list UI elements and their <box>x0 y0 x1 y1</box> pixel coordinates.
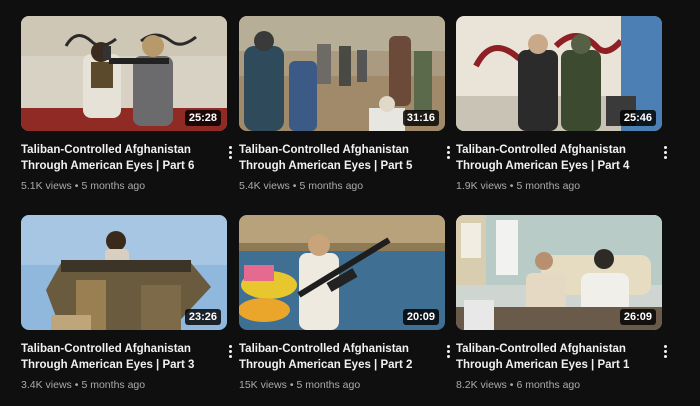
video-title-line-1: Taliban-Controlled Afghanistan <box>21 343 191 355</box>
video-title-line-1: Taliban-Controlled Afghanistan <box>21 144 191 156</box>
video-thumbnail[interactable]: 26:09 <box>456 215 662 330</box>
video-title[interactable]: Taliban-Controlled Afghanistan Through A… <box>21 341 211 373</box>
upload-age: 6 months ago <box>516 379 581 391</box>
view-count: 3.4K views <box>21 379 72 391</box>
video-title-line-1: Taliban-Controlled Afghanistan <box>239 343 409 355</box>
video-thumbnail[interactable]: 31:16 <box>239 16 445 131</box>
video-card-part-3[interactable]: 23:26 Taliban-Controlled Afghanistan Thr… <box>21 215 232 401</box>
video-title[interactable]: Taliban-Controlled Afghanistan Through A… <box>456 341 646 373</box>
video-duration: 26:09 <box>619 309 656 325</box>
video-stats: 1.9K views • 5 months ago <box>456 179 662 193</box>
video-title-line-2: Through American Eyes | Part 2 <box>239 359 413 371</box>
separator: • <box>289 379 294 391</box>
video-title-line-1: Taliban-Controlled Afghanistan <box>456 144 626 156</box>
video-duration: 25:28 <box>184 110 221 126</box>
video-duration: 25:46 <box>619 110 656 126</box>
video-stats: 5.4K views • 5 months ago <box>239 179 445 193</box>
more-vert-icon[interactable] <box>223 341 237 361</box>
more-vert-icon[interactable] <box>658 142 672 162</box>
video-duration: 31:16 <box>402 110 439 126</box>
video-duration: 23:26 <box>184 309 221 325</box>
video-card-part-4[interactable]: 25:46 Taliban-Controlled Afghanistan Thr… <box>456 16 667 202</box>
video-card-part-6[interactable]: 25:28 Taliban-Controlled Afghanistan Thr… <box>21 16 232 202</box>
video-title[interactable]: Taliban-Controlled Afghanistan Through A… <box>456 142 646 174</box>
video-thumbnail[interactable]: 25:28 <box>21 16 227 131</box>
view-count: 5.4K views <box>239 180 290 192</box>
video-stats: 15K views • 5 months ago <box>239 378 445 392</box>
video-title-line-2: Through American Eyes | Part 3 <box>21 359 195 371</box>
view-count: 15K views <box>239 379 287 391</box>
video-card-part-5[interactable]: 31:16 Taliban-Controlled Afghanistan Thr… <box>239 16 450 202</box>
video-grid: 25:28 Taliban-Controlled Afghanistan Thr… <box>0 0 700 406</box>
view-count: 5.1K views <box>21 180 72 192</box>
more-vert-icon[interactable] <box>658 341 672 361</box>
video-title-line-2: Through American Eyes | Part 1 <box>456 359 630 371</box>
video-stats: 8.2K views • 6 months ago <box>456 378 662 392</box>
video-thumbnail[interactable]: 23:26 <box>21 215 227 330</box>
video-title[interactable]: Taliban-Controlled Afghanistan Through A… <box>239 142 429 174</box>
video-title[interactable]: Taliban-Controlled Afghanistan Through A… <box>21 142 211 174</box>
upload-age: 5 months ago <box>81 379 146 391</box>
more-vert-icon[interactable] <box>223 142 237 162</box>
video-title-line-1: Taliban-Controlled Afghanistan <box>456 343 626 355</box>
video-title-line-2: Through American Eyes | Part 6 <box>21 160 195 172</box>
view-count: 1.9K views <box>456 180 507 192</box>
upload-age: 5 months ago <box>516 180 581 192</box>
video-title-line-2: Through American Eyes | Part 4 <box>456 160 630 172</box>
video-card-part-2[interactable]: 20:09 Taliban-Controlled Afghanistan Thr… <box>239 215 450 401</box>
view-count: 8.2K views <box>456 379 507 391</box>
video-stats: 3.4K views • 5 months ago <box>21 378 227 392</box>
video-card-part-1[interactable]: 26:09 Taliban-Controlled Afghanistan Thr… <box>456 215 667 401</box>
more-vert-icon[interactable] <box>441 142 455 162</box>
video-thumbnail[interactable]: 25:46 <box>456 16 662 131</box>
more-vert-icon[interactable] <box>441 341 455 361</box>
upload-age: 5 months ago <box>81 180 146 192</box>
upload-age: 5 months ago <box>296 379 361 391</box>
upload-age: 5 months ago <box>299 180 364 192</box>
video-title-line-1: Taliban-Controlled Afghanistan <box>239 144 409 156</box>
video-title[interactable]: Taliban-Controlled Afghanistan Through A… <box>239 341 429 373</box>
video-thumbnail[interactable]: 20:09 <box>239 215 445 330</box>
video-stats: 5.1K views • 5 months ago <box>21 179 227 193</box>
video-title-line-2: Through American Eyes | Part 5 <box>239 160 413 172</box>
video-duration: 20:09 <box>402 309 439 325</box>
